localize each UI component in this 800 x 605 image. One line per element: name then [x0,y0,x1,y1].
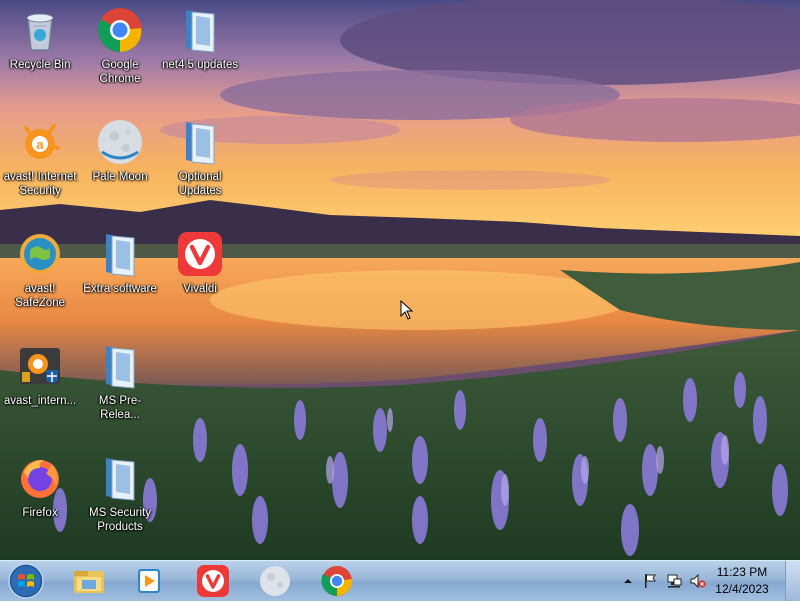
desktop-icon-label: Firefox [22,507,58,519]
volume-muted-icon [690,573,706,589]
desktop-icon-label: avast! SafeZone [15,283,65,309]
action-center-button[interactable] [642,573,658,589]
desktop-icon-label: avast_intern... [3,395,77,407]
desktop-icon-avast-installer[interactable]: avast_intern... [0,338,80,446]
pale-moon-icon [96,118,144,166]
network-button[interactable] [666,573,682,589]
media-player-icon [138,569,160,593]
desktop-icon-label: Vivaldi [183,283,217,295]
taskbar-pale-moon[interactable] [250,563,300,599]
taskbar-chrome[interactable] [312,563,362,599]
vivaldi-icon [176,230,224,278]
avast-icon: a [16,118,64,166]
action-center-flag-icon [645,574,656,588]
recycle-bin-icon [16,6,64,54]
windows-explorer-icon [74,571,104,593]
taskbar-media-player[interactable] [124,563,174,599]
mouse-cursor-icon [400,300,414,320]
show-hidden-icons-icon [624,579,632,583]
desktop-icon-ms-security-products[interactable]: MS Security Products [80,450,160,558]
clock-time: 11:23 PM [716,565,768,579]
folder-icon [96,230,144,278]
start-button[interactable] [6,562,46,600]
taskbar-windows-explorer[interactable] [64,563,114,599]
chrome-icon [96,6,144,54]
folder-icon [96,342,144,390]
desktop-icon-net45-updates[interactable]: net4.5 updates [160,2,240,110]
desktop-icon-extra-software[interactable]: Extra software [80,226,160,334]
desktop-icon-avast-safezone[interactable]: avast! SafeZone [0,226,80,334]
show-hidden-icons-button[interactable] [620,573,636,589]
desktop-icon-label: MS Pre-Relea... [98,395,142,421]
folder-icon [176,6,224,54]
clock-date: 12/4/2023 [715,582,769,596]
desktop-icon-vivaldi[interactable]: Vivaldi [160,226,240,334]
desktop-icon-avast-internet-security[interactable]: a avast! Internet Security [0,114,80,222]
taskbar: 11:23 PM 12/4/2023 [0,560,800,601]
desktop-icon-label: Optional Updates [178,171,222,197]
vivaldi-icon [197,565,229,597]
safezone-icon [16,230,64,278]
desktop-icon-label: MS Security Products [89,507,151,533]
desktop-icon-label: Recycle Bin [9,59,71,71]
show-desktop-button[interactable] [785,561,800,601]
desktop-icon-optional-updates[interactable]: Optional Updates [160,114,240,222]
chrome-icon [321,566,353,597]
firefox-icon [16,454,64,502]
avast-installer-icon [16,342,64,390]
desktop-icon-firefox[interactable]: Firefox [0,450,80,558]
pale-moon-icon [260,566,290,596]
clock[interactable]: 11:23 PM 12/4/2023 [710,564,774,598]
taskbar-vivaldi[interactable] [188,563,238,599]
desktop-icon-label: Pale Moon [92,171,148,183]
desktop-icon-recycle-bin[interactable]: Recycle Bin [0,2,80,110]
svg-text:a: a [36,137,44,152]
folder-icon [176,118,224,166]
desktop-icon-label: Extra software [83,283,157,295]
desktop-icon-label: net4.5 updates [161,59,239,71]
desktop-icon-ms-pre-release[interactable]: MS Pre-Relea... [80,338,160,446]
desktop[interactable]: Recycle Bin a avast! Internet Security a… [0,0,800,560]
desktop-icon-pale-moon[interactable]: Pale Moon [80,114,160,222]
network-icon [667,574,682,588]
start-orb-icon [8,563,44,599]
desktop-icon-google-chrome[interactable]: Google Chrome [80,2,160,110]
desktop-icon-label: Google Chrome [99,59,141,85]
notification-area: 11:23 PM 12/4/2023 [600,561,800,601]
folder-icon [96,454,144,502]
desktop-icon-label: avast! Internet Security [3,171,77,197]
volume-button[interactable] [690,573,706,589]
